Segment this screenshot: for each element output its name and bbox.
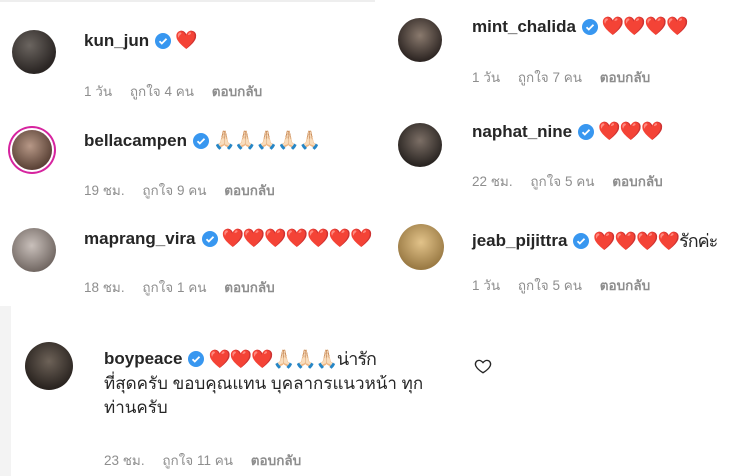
comment-text: ❤️❤️❤️❤️ xyxy=(601,16,689,36)
timestamp: 18 ชม. xyxy=(84,280,125,295)
avatar[interactable] xyxy=(12,30,56,74)
comment-text-continued: ที่สุดครับ ขอบคุณแทน บุคลากรแนวหน้า ทุกท… xyxy=(104,374,424,417)
timestamp: 19 ชม. xyxy=(84,183,125,198)
username[interactable]: mint_chalida xyxy=(472,17,576,37)
comment-text: 🙏🏻🙏🏻🙏🏻🙏🏻🙏🏻 xyxy=(213,130,321,150)
heart-outline-icon[interactable] xyxy=(474,357,492,375)
comment-text: ❤️❤️❤️❤️❤️❤️❤️ xyxy=(221,228,373,248)
likes-count[interactable]: ถูกใจ 9 คน xyxy=(142,179,206,201)
username[interactable]: boypeace xyxy=(104,349,182,369)
left-gutter xyxy=(0,306,11,476)
verified-badge-icon xyxy=(581,18,598,35)
comment-meta: 19 ชม. ถูกใจ 9 คน ตอบกลับ xyxy=(84,179,289,201)
timestamp: 23 ชม. xyxy=(104,453,145,468)
comment-text-line-1: ❤️❤️❤️🙏🏻🙏🏻🙏🏻น่ารัก xyxy=(208,349,376,369)
timestamp: 1 วัน xyxy=(472,70,501,85)
likes-count[interactable]: ถูกใจ 7 คน xyxy=(518,66,582,88)
avatar[interactable] xyxy=(398,123,442,167)
reply-button[interactable]: ตอบกลับ xyxy=(224,179,274,201)
username[interactable]: jeab_pijittra xyxy=(472,231,567,251)
reply-button[interactable]: ตอบกลับ xyxy=(251,449,301,471)
likes-count[interactable]: ถูกใจ 5 คน xyxy=(518,274,582,296)
timestamp: 1 วัน xyxy=(472,278,501,293)
likes-count[interactable]: ถูกใจ 5 คน xyxy=(530,170,594,192)
comment-text: ❤️❤️❤️❤️รักค่ะ xyxy=(593,231,718,251)
verified-badge-icon xyxy=(193,132,209,149)
reply-button[interactable]: ตอบกลับ xyxy=(600,274,650,296)
likes-count[interactable]: ถูกใจ 1 คน xyxy=(142,276,206,298)
username[interactable]: maprang_vira xyxy=(84,229,196,249)
reply-button[interactable]: ตอบกลับ xyxy=(612,170,662,192)
comment-meta: 1 วัน ถูกใจ 5 คน ตอบกลับ xyxy=(472,274,664,296)
verified-badge-icon xyxy=(573,232,590,249)
verified-badge-icon xyxy=(578,123,595,140)
reply-button[interactable]: ตอบกลับ xyxy=(600,66,650,88)
comment-meta: 1 วัน ถูกใจ 4 คน ตอบกลับ xyxy=(84,80,276,102)
avatar[interactable] xyxy=(398,18,442,62)
comment-text: ❤️❤️❤️ xyxy=(598,121,663,141)
reply-button[interactable]: ตอบกลับ xyxy=(224,276,274,298)
avatar[interactable] xyxy=(398,224,444,270)
comment-meta: 23 ชม. ถูกใจ 11 คน ตอบกลับ xyxy=(104,449,315,471)
verified-badge-icon xyxy=(188,350,205,367)
timestamp: 1 วัน xyxy=(84,84,113,99)
username[interactable]: naphat_nine xyxy=(472,122,572,142)
avatar[interactable] xyxy=(12,130,52,170)
verified-badge-icon xyxy=(201,230,218,247)
username[interactable]: kun_jun xyxy=(84,31,149,51)
verified-badge-icon xyxy=(155,32,172,49)
avatar[interactable] xyxy=(12,228,56,272)
comment-meta: 18 ชม. ถูกใจ 1 คน ตอบกลับ xyxy=(84,276,289,298)
top-divider xyxy=(0,0,375,2)
likes-count[interactable]: ถูกใจ 11 คน xyxy=(162,449,233,471)
likes-count[interactable]: ถูกใจ 4 คน xyxy=(130,80,194,102)
reply-button[interactable]: ตอบกลับ xyxy=(212,80,262,102)
comment-meta: 1 วัน ถูกใจ 7 คน ตอบกลับ xyxy=(472,66,664,88)
username[interactable]: bellacampen xyxy=(84,131,187,151)
timestamp: 22 ชม. xyxy=(472,174,513,189)
comment-meta: 22 ชม. ถูกใจ 5 คน ตอบกลับ xyxy=(472,170,677,192)
comment-text: ❤️ xyxy=(175,30,197,50)
avatar[interactable] xyxy=(25,342,73,390)
